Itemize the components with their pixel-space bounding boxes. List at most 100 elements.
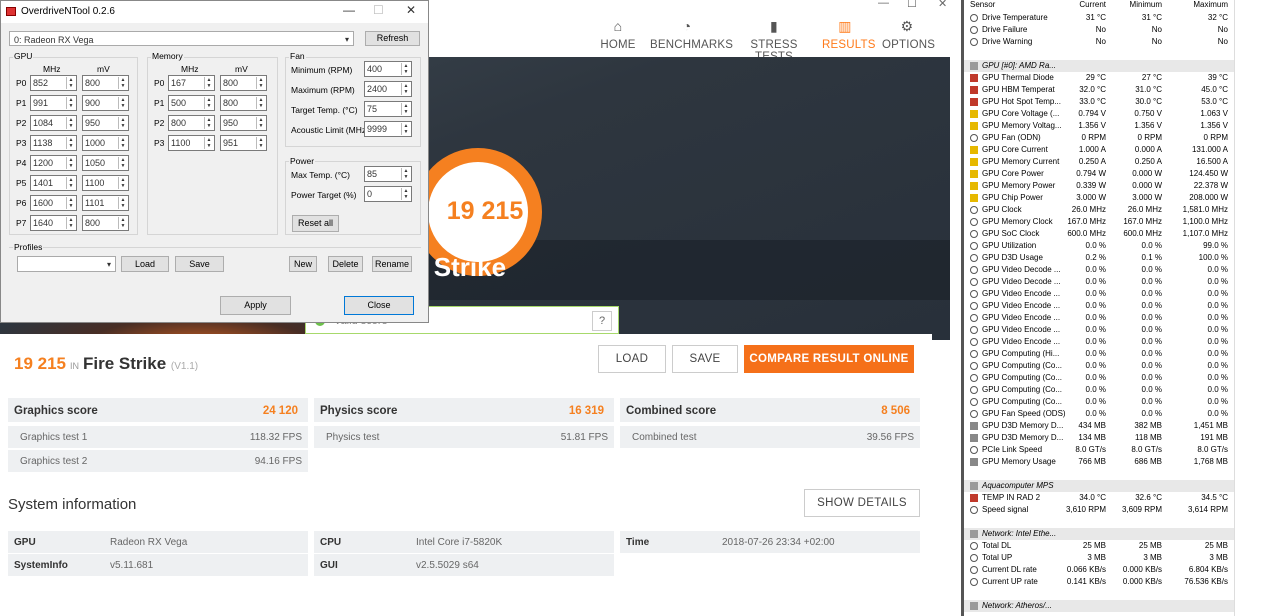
fan-setting-spinner[interactable]: 75 ▲ ▼ [364, 101, 412, 117]
device-select[interactable]: 0: Radeon RX Vega ▾ [9, 31, 354, 46]
col-maximum[interactable]: Maximum [1193, 0, 1228, 9]
sensor-row[interactable]: GPU Computing (Co... 0.0 % 0.0 % 0.0 % [964, 372, 1234, 384]
spinner-arrows-icon[interactable]: ▲ ▼ [401, 188, 410, 200]
spinner-arrows-icon[interactable]: ▲ ▼ [401, 63, 410, 75]
spinner-arrows-icon[interactable]: ▲ ▼ [204, 117, 213, 129]
show-details-button[interactable]: SHOW DETAILS [804, 489, 920, 517]
sensor-group-header[interactable]: Network: Atheros/... [964, 600, 1234, 612]
sensor-row[interactable]: Drive Warning No No No [964, 36, 1234, 48]
sensor-row[interactable]: GPU Computing (Co... 0.0 % 0.0 % 0.0 % [964, 360, 1234, 372]
sensor-row[interactable]: Total UP 3 MB 3 MB 3 MB [964, 552, 1234, 564]
apply-button[interactable]: Apply [220, 296, 291, 315]
sensor-row[interactable]: Drive Temperature 31 °C 31 °C 32 °C [964, 12, 1234, 24]
fan-setting-spinner[interactable]: 2400 ▲ ▼ [364, 81, 412, 97]
gpu-clock-spinner[interactable]: 991 ▲ ▼ [30, 95, 77, 111]
fan-setting-spinner[interactable]: 9999 ▲ ▼ [364, 121, 412, 137]
sensor-row[interactable]: GPU Core Voltage (... 0.794 V 0.750 V 1.063… [964, 108, 1234, 120]
gpu-voltage-spinner[interactable]: 800 ▲ ▼ [82, 215, 129, 231]
spinner-arrows-icon[interactable]: ▲ ▼ [118, 197, 127, 209]
reset-all-button[interactable]: Reset all [292, 215, 339, 232]
help-button[interactable]: ? [592, 311, 612, 331]
gpu-clock-spinner[interactable]: 1138 ▲ ▼ [30, 135, 77, 151]
spinner-arrows-icon[interactable]: ▲ ▼ [118, 157, 127, 169]
sensor-row[interactable]: Current UP rate 0.141 KB/s 0.000 KB/s 76.53… [964, 576, 1234, 588]
gpu-clock-spinner[interactable]: 1640 ▲ ▼ [30, 215, 77, 231]
gpu-voltage-spinner[interactable]: 800 ▲ ▼ [82, 75, 129, 91]
nav-benchmarks[interactable]: ◔ BENCHMARKS [650, 18, 733, 51]
sensor-row[interactable]: PCIe Link Speed 8.0 GT/s 8.0 GT/s 8.0 GT/s [964, 444, 1234, 456]
spinner-arrows-icon[interactable]: ▲ ▼ [204, 77, 213, 89]
spinner-arrows-icon[interactable]: ▲ ▼ [118, 97, 127, 109]
spinner-arrows-icon[interactable]: ▲ ▼ [66, 197, 75, 209]
sensor-row[interactable]: GPU Thermal Diode 29 °C 27 °C 39 °C [964, 72, 1234, 84]
sensor-row[interactable]: GPU Computing (Co... 0.0 % 0.0 % 0.0 % [964, 396, 1234, 408]
sensor-group-header[interactable]: GPU [#0]: AMD Ra... [964, 60, 1234, 72]
sensor-row[interactable]: GPU Video Encode ... 0.0 % 0.0 % 0.0 % [964, 324, 1234, 336]
sensor-row[interactable]: GPU Hot Spot Temp... 33.0 °C 30.0 °C 53.0 °… [964, 96, 1234, 108]
gpu-voltage-spinner[interactable]: 1050 ▲ ▼ [82, 155, 129, 171]
close-button[interactable]: Close [344, 296, 414, 315]
refresh-button[interactable]: Refresh [365, 31, 420, 46]
mem-clock-spinner[interactable]: 167 ▲ ▼ [168, 75, 215, 91]
fan-setting-spinner[interactable]: 400 ▲ ▼ [364, 61, 412, 77]
nav-results[interactable]: ▥ RESULTS [822, 18, 875, 51]
sensor-row[interactable]: GPU Video Encode ... 0.0 % 0.0 % 0.0 % [964, 300, 1234, 312]
sensor-row[interactable]: GPU Memory Voltag... 1.356 V 1.356 V 1.356 … [964, 120, 1234, 132]
spinner-arrows-icon[interactable]: ▲ ▼ [66, 137, 75, 149]
spinner-arrows-icon[interactable]: ▲ ▼ [401, 103, 410, 115]
gpu-clock-spinner[interactable]: 1084 ▲ ▼ [30, 115, 77, 131]
nav-options[interactable]: ⚙ OPTIONS [882, 18, 935, 51]
col-current[interactable]: Current [1079, 0, 1106, 9]
maximize-icon[interactable]: ☐ [907, 0, 917, 10]
col-minimum[interactable]: Minimum [1130, 0, 1162, 9]
sensor-row[interactable]: GPU Memory Current 0.250 A 0.250 A 16.500 A [964, 156, 1234, 168]
mem-clock-spinner[interactable]: 1100 ▲ ▼ [168, 135, 215, 151]
sensor-group-header[interactable]: Aquacomputer MPS [964, 480, 1234, 492]
spinner-arrows-icon[interactable]: ▲ ▼ [66, 117, 75, 129]
sensor-row[interactable]: GPU Clock 26.0 MHz 26.0 MHz 1,581.0 MHz [964, 204, 1234, 216]
sensor-row[interactable]: GPU Video Decode ... 0.0 % 0.0 % 0.0 % [964, 264, 1234, 276]
gpu-voltage-spinner[interactable]: 900 ▲ ▼ [82, 95, 129, 111]
compare-online-button[interactable]: COMPARE RESULT ONLINE [744, 345, 914, 373]
spinner-arrows-icon[interactable]: ▲ ▼ [118, 217, 127, 229]
load-button[interactable]: LOAD [598, 345, 666, 373]
profile-rename-button[interactable]: Rename [372, 256, 412, 272]
sensor-row[interactable]: GPU D3D Usage 0.2 % 0.1 % 100.0 % [964, 252, 1234, 264]
power-setting-spinner[interactable]: 85 ▲ ▼ [364, 166, 412, 182]
mem-clock-spinner[interactable]: 500 ▲ ▼ [168, 95, 215, 111]
profile-load-button[interactable]: Load [121, 256, 169, 272]
spinner-arrows-icon[interactable]: ▲ ▼ [401, 123, 410, 135]
sensor-row[interactable]: GPU D3D Memory D... 134 MB 118 MB 191 MB [964, 432, 1234, 444]
sensor-row[interactable]: GPU Computing (Co... 0.0 % 0.0 % 0.0 % [964, 384, 1234, 396]
sensor-row[interactable]: Drive Failure No No No [964, 24, 1234, 36]
mem-voltage-spinner[interactable]: 951 ▲ ▼ [220, 135, 267, 151]
power-setting-spinner[interactable]: 0 ▲ ▼ [364, 186, 412, 202]
minimize-icon[interactable]: — [878, 0, 889, 9]
spinner-arrows-icon[interactable]: ▲ ▼ [118, 77, 127, 89]
profile-new-button[interactable]: New [289, 256, 317, 272]
spinner-arrows-icon[interactable]: ▲ ▼ [66, 157, 75, 169]
sensor-row[interactable]: GPU Memory Usage 766 MB 686 MB 1,768 MB [964, 456, 1234, 468]
profile-save-button[interactable]: Save [175, 256, 224, 272]
spinner-arrows-icon[interactable]: ▲ ▼ [256, 97, 265, 109]
sensor-row[interactable]: Speed signal 3,610 RPM 3,609 RPM 3,614 RPM [964, 504, 1234, 516]
sensor-row[interactable]: GPU Computing (Hi... 0.0 % 0.0 % 0.0 % [964, 348, 1234, 360]
sensor-row[interactable]: GPU Fan (ODN) 0 RPM 0 RPM 0 RPM [964, 132, 1234, 144]
spinner-arrows-icon[interactable]: ▲ ▼ [401, 168, 410, 180]
spinner-arrows-icon[interactable]: ▲ ▼ [204, 137, 213, 149]
gpu-clock-spinner[interactable]: 1200 ▲ ▼ [30, 155, 77, 171]
spinner-arrows-icon[interactable]: ▲ ▼ [118, 137, 127, 149]
profile-select[interactable]: ▾ [17, 256, 116, 272]
spinner-arrows-icon[interactable]: ▲ ▼ [66, 97, 75, 109]
mem-voltage-spinner[interactable]: 800 ▲ ▼ [220, 75, 267, 91]
spinner-arrows-icon[interactable]: ▲ ▼ [66, 177, 75, 189]
gpu-clock-spinner[interactable]: 1401 ▲ ▼ [30, 175, 77, 191]
sensor-row[interactable]: GPU Video Decode ... 0.0 % 0.0 % 0.0 % [964, 276, 1234, 288]
sensor-row[interactable]: GPU Core Power 0.794 W 0.000 W 124.450 W [964, 168, 1234, 180]
gpu-clock-spinner[interactable]: 852 ▲ ▼ [30, 75, 77, 91]
gpu-voltage-spinner[interactable]: 950 ▲ ▼ [82, 115, 129, 131]
sensor-row[interactable]: GPU Utilization 0.0 % 0.0 % 99.0 % [964, 240, 1234, 252]
sensor-row[interactable]: GPU SoC Clock 600.0 MHz 600.0 MHz 1,107.0 M… [964, 228, 1234, 240]
gpu-voltage-spinner[interactable]: 1000 ▲ ▼ [82, 135, 129, 151]
gpu-voltage-spinner[interactable]: 1101 ▲ ▼ [82, 195, 129, 211]
